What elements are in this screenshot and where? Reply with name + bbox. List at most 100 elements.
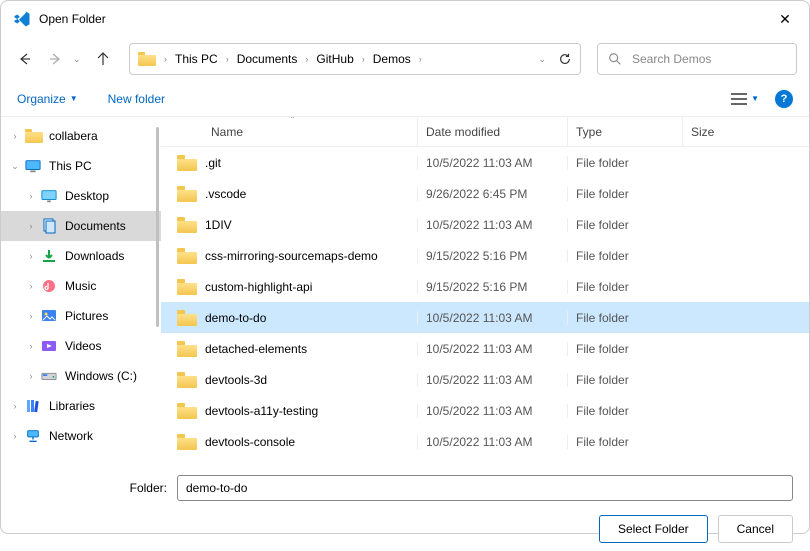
nav-row: ⌄ › This PC › Documents › GitHub › Demos… xyxy=(1,37,809,81)
tree-item[interactable]: ›Downloads xyxy=(1,241,161,271)
file-name: devtools-3d xyxy=(205,373,267,387)
list-row[interactable]: demo-to-do10/5/2022 11:03 AMFile folder xyxy=(161,302,809,333)
recent-locations-button[interactable]: ⌄ xyxy=(73,54,85,65)
expand-chevron-icon[interactable]: › xyxy=(25,311,37,321)
list-row[interactable]: .vscode9/26/2022 6:45 PMFile folder xyxy=(161,178,809,209)
tree-item[interactable]: ›collabera xyxy=(1,121,161,151)
breadcrumb-dropdown[interactable]: ⌄ xyxy=(538,54,546,65)
file-type: File folder xyxy=(567,156,682,170)
breadcrumb-bar[interactable]: › This PC › Documents › GitHub › Demos ›… xyxy=(129,43,581,75)
folder-icon xyxy=(25,128,41,144)
tree-item-label: Windows (C:) xyxy=(65,369,137,383)
content-area: ›collabera ⌄ This PC ›Desktop›Documents›Dow… xyxy=(1,117,809,467)
tree-item[interactable]: › Network xyxy=(1,421,161,451)
file-name: devtools-a11y-testing xyxy=(205,404,318,418)
expand-chevron-icon[interactable]: › xyxy=(25,371,37,381)
tree-item[interactable]: › Pictures xyxy=(1,301,161,331)
tree-item[interactable]: › Windows (C:) xyxy=(1,361,161,391)
search-box[interactable]: Search Demos xyxy=(597,43,797,75)
expand-chevron-icon[interactable]: › xyxy=(25,281,37,291)
expand-chevron-icon[interactable]: › xyxy=(25,251,37,261)
tree-item[interactable]: ›Documents xyxy=(1,211,161,241)
list-row[interactable]: css-mirroring-sourcemaps-demo9/15/2022 5… xyxy=(161,240,809,271)
documents-icon xyxy=(41,218,57,234)
forward-button[interactable] xyxy=(43,43,67,75)
file-date: 9/26/2022 6:45 PM xyxy=(417,187,567,201)
file-name: .vscode xyxy=(205,187,246,201)
tree-item[interactable]: ›Music xyxy=(1,271,161,301)
folder-icon xyxy=(177,186,197,202)
breadcrumb-segment[interactable]: Documents xyxy=(237,52,298,66)
help-button[interactable]: ? xyxy=(775,90,793,108)
libraries-icon xyxy=(25,398,41,414)
list-row[interactable]: .git10/5/2022 11:03 AMFile folder xyxy=(161,147,809,178)
folder-input[interactable] xyxy=(177,475,793,501)
title-bar: Open Folder ✕ xyxy=(1,1,809,37)
toolbar: Organize ▼ New folder ▼ ? xyxy=(1,81,809,117)
file-date: 10/5/2022 11:03 AM xyxy=(417,435,567,449)
file-date: 10/5/2022 11:03 AM xyxy=(417,373,567,387)
tree-item[interactable]: ›Libraries xyxy=(1,391,161,421)
folder-icon xyxy=(177,279,197,295)
file-type: File folder xyxy=(567,404,682,418)
file-name: detached-elements xyxy=(205,342,307,356)
organize-button[interactable]: Organize ▼ xyxy=(17,92,78,106)
cancel-button[interactable]: Cancel xyxy=(718,515,793,543)
list-header: Name⌃ Date modified Type Size xyxy=(161,117,809,147)
window-title: Open Folder xyxy=(39,12,773,26)
folder-icon xyxy=(177,372,197,388)
file-date: 9/15/2022 5:16 PM xyxy=(417,249,567,263)
view-options-button[interactable]: ▼ xyxy=(731,92,759,106)
file-date: 10/5/2022 11:03 AM xyxy=(417,404,567,418)
expand-chevron-icon[interactable]: › xyxy=(25,341,37,351)
back-button[interactable] xyxy=(13,43,37,75)
folder-icon xyxy=(177,341,197,357)
expand-chevron-icon[interactable]: › xyxy=(25,221,37,231)
list-row[interactable]: devtools-3d 10/5/2022 11:03 AMFile folder xyxy=(161,364,809,395)
new-folder-button[interactable]: New folder xyxy=(108,92,165,106)
column-size[interactable]: Size xyxy=(682,117,762,146)
tree-item-label: Videos xyxy=(65,339,101,353)
tree-item-label: Network xyxy=(49,429,93,443)
file-date: 9/15/2022 5:16 PM xyxy=(417,280,567,294)
select-folder-button[interactable]: Select Folder xyxy=(599,515,708,543)
nav-tree[interactable]: ›collabera ⌄ This PC ›Desktop›Documents›Dow… xyxy=(1,117,161,467)
chevron-right-icon: › xyxy=(419,54,422,64)
expand-chevron-icon[interactable]: › xyxy=(9,431,21,441)
videos-icon xyxy=(41,338,57,354)
list-row[interactable]: devtools-a11y-testing 10/5/2022 11:03 AMF… xyxy=(161,395,809,426)
tree-item-label: Pictures xyxy=(65,309,108,323)
column-name[interactable]: Name⌃ xyxy=(161,117,417,146)
breadcrumb-segment[interactable]: Demos xyxy=(373,52,411,66)
tree-item-label: This PC xyxy=(49,159,92,173)
column-date[interactable]: Date modified xyxy=(417,117,567,146)
file-type: File folder xyxy=(567,218,682,232)
file-type: File folder xyxy=(567,373,682,387)
expand-chevron-icon[interactable]: › xyxy=(25,191,37,201)
search-placeholder: Search Demos xyxy=(632,52,711,66)
footer: Folder: Select Folder Cancel xyxy=(1,467,809,551)
refresh-button[interactable] xyxy=(558,52,572,66)
list-row[interactable]: 1DIV10/5/2022 11:03 AMFile folder xyxy=(161,209,809,240)
close-button[interactable]: ✕ xyxy=(773,11,797,28)
breadcrumb-segment[interactable]: GitHub xyxy=(316,52,353,66)
expand-chevron-icon[interactable]: › xyxy=(9,131,21,141)
expand-chevron-icon[interactable]: › xyxy=(9,401,21,411)
expand-chevron-icon[interactable]: ⌄ xyxy=(9,161,21,172)
list-row[interactable]: detached-elements10/5/2022 11:03 AMFile … xyxy=(161,333,809,364)
tree-scrollbar[interactable] xyxy=(156,127,159,327)
file-list[interactable]: Name⌃ Date modified Type Size .git10/5/2… xyxy=(161,117,809,467)
list-row[interactable]: devtools-console10/5/2022 11:03 AMFile f… xyxy=(161,426,809,457)
column-type[interactable]: Type xyxy=(567,117,682,146)
file-type: File folder xyxy=(567,249,682,263)
file-type: File folder xyxy=(567,280,682,294)
breadcrumb-segment[interactable]: This PC xyxy=(175,52,218,66)
pc-icon xyxy=(25,158,41,174)
tree-item[interactable]: › Videos xyxy=(1,331,161,361)
search-icon xyxy=(608,52,622,66)
tree-item[interactable]: ⌄ This PC xyxy=(1,151,161,181)
list-row[interactable]: custom-highlight-api9/15/2022 5:16 PMFil… xyxy=(161,271,809,302)
up-button[interactable] xyxy=(91,43,115,75)
tree-item[interactable]: ›Desktop xyxy=(1,181,161,211)
folder-icon xyxy=(138,52,156,66)
